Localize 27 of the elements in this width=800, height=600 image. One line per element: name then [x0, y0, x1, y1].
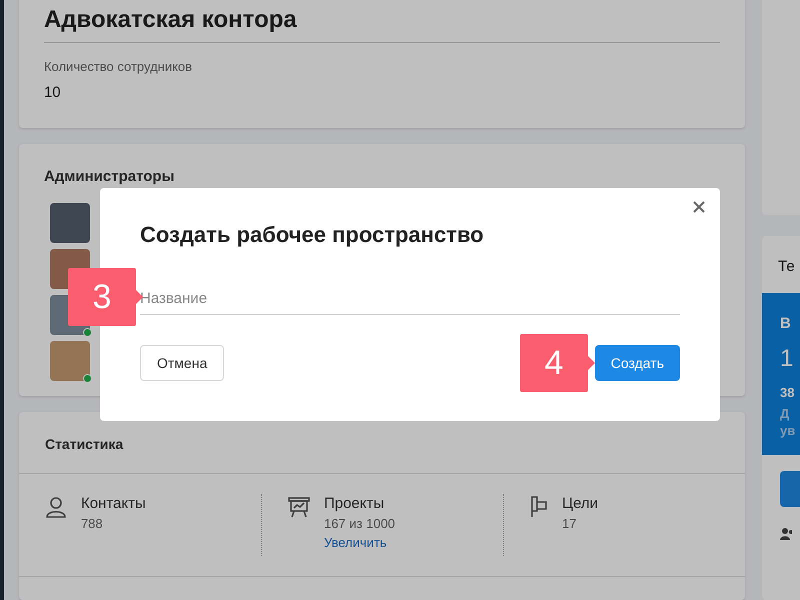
promo-text: Д ув	[780, 405, 796, 439]
cancel-button[interactable]: Отмена	[140, 345, 224, 381]
increase-link[interactable]: Увеличить	[324, 534, 387, 552]
card-title: Те	[777, 257, 796, 277]
promo-heading: В	[780, 315, 791, 333]
create-button[interactable]: Создать	[594, 345, 680, 381]
promo-number: 1	[780, 345, 794, 373]
dialog-title: Создать рабочее пространство	[140, 221, 485, 249]
close-icon[interactable]	[692, 200, 706, 214]
stat-value: 167 из 1000	[324, 514, 396, 533]
stat-label: Контакты	[80, 494, 146, 514]
stat-value: 788	[80, 514, 103, 533]
users-icon	[780, 527, 792, 540]
section-title: Администраторы	[44, 167, 176, 187]
flag-icon	[530, 496, 548, 518]
name-input-field[interactable]: Название	[140, 283, 680, 315]
step-callout: 4	[520, 334, 595, 392]
stat-value: 17	[562, 514, 576, 533]
stat-label: Цели	[562, 494, 598, 514]
promo-subtitle: 38	[780, 385, 794, 401]
person-icon	[44, 496, 67, 518]
company-title: Адвокатская контора	[44, 0, 720, 43]
field-label: Количество сотрудников	[44, 58, 194, 76]
stat-label: Проекты	[324, 494, 384, 514]
presentation-board-icon	[288, 496, 310, 518]
field-value: 10	[44, 82, 62, 102]
avatar-photo-placeholder[interactable]	[50, 202, 90, 242]
